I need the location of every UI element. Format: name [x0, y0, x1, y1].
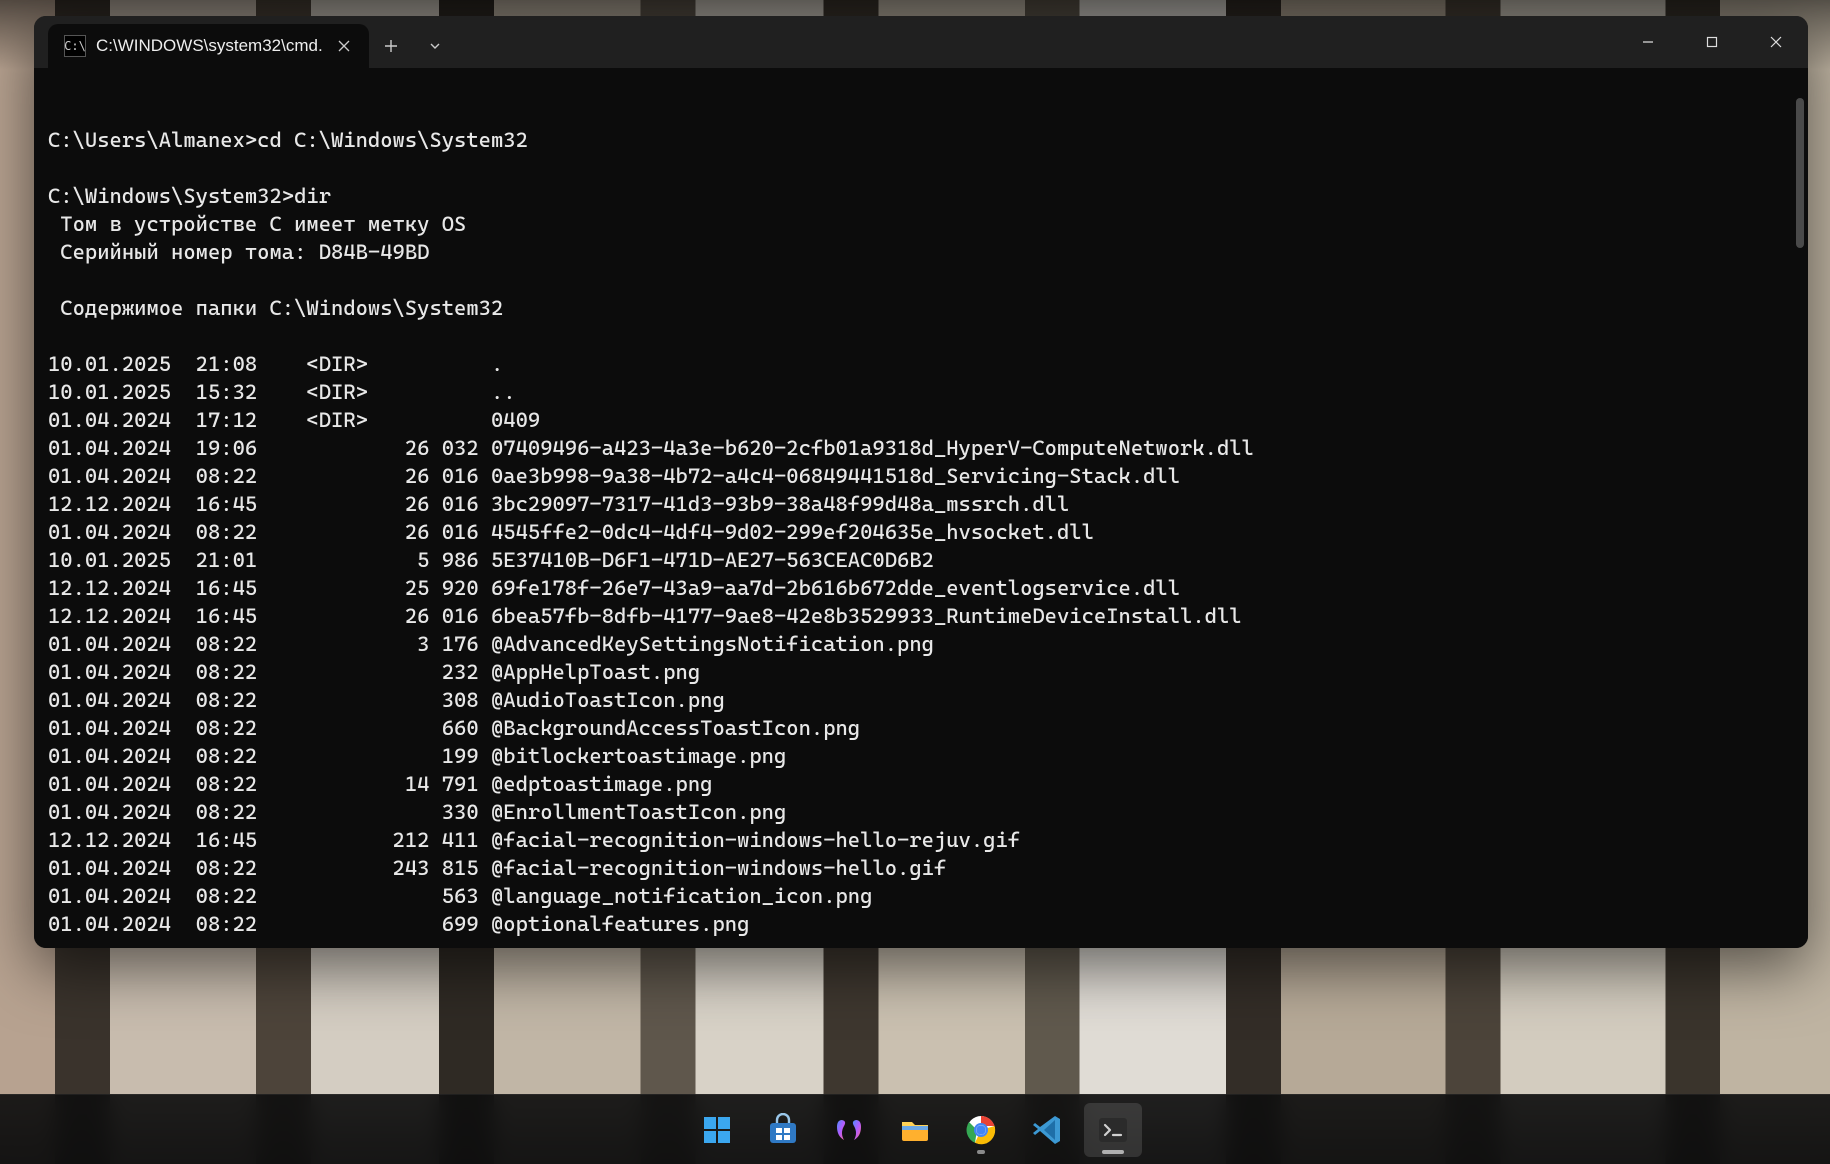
taskbar: [0, 1094, 1830, 1164]
store-icon: [766, 1113, 800, 1147]
cmd-icon: C:\: [64, 35, 86, 57]
taskbar-vscode[interactable]: [1018, 1103, 1076, 1157]
running-indicator: [1102, 1150, 1124, 1154]
tab-dropdown-button[interactable]: [413, 24, 457, 68]
file-explorer-icon: [898, 1113, 932, 1147]
titlebar-drag-region[interactable]: [457, 16, 1616, 68]
close-icon: [1770, 36, 1782, 48]
chrome-icon: [964, 1113, 998, 1147]
close-icon: [338, 40, 350, 52]
running-indicator: [977, 1150, 985, 1154]
terminal-output[interactable]: C:\Users\Almanex>cd C:\Windows\System32 …: [34, 68, 1808, 948]
minimize-icon: [1642, 36, 1654, 48]
window-titlebar[interactable]: C:\ C:\WINDOWS\system32\cmd.: [34, 16, 1808, 68]
taskbar-copilot[interactable]: [820, 1103, 878, 1157]
tab-title: C:\WINDOWS\system32\cmd.: [96, 36, 323, 56]
taskbar-start[interactable]: [688, 1103, 746, 1157]
terminal-icon: [1096, 1113, 1130, 1147]
taskbar-store[interactable]: [754, 1103, 812, 1157]
tab-close-button[interactable]: [333, 35, 355, 57]
maximize-button[interactable]: [1680, 16, 1744, 68]
terminal-window: C:\ C:\WINDOWS\system32\cmd. C:\Users\Al…: [34, 16, 1808, 948]
tab-active[interactable]: C:\ C:\WINDOWS\system32\cmd.: [48, 24, 369, 68]
plus-icon: [384, 39, 398, 53]
taskbar-terminal[interactable]: [1084, 1103, 1142, 1157]
taskbar-chrome[interactable]: [952, 1103, 1010, 1157]
maximize-icon: [1706, 36, 1718, 48]
copilot-icon: [832, 1113, 866, 1147]
terminal-text: C:\Users\Almanex>cd C:\Windows\System32 …: [48, 128, 1254, 936]
minimize-button[interactable]: [1616, 16, 1680, 68]
new-tab-button[interactable]: [369, 24, 413, 68]
scrollbar-thumb[interactable]: [1796, 98, 1804, 248]
window-controls: [1616, 16, 1808, 68]
vscode-icon: [1030, 1113, 1064, 1147]
chevron-down-icon: [429, 40, 441, 52]
windows-start-icon: [700, 1113, 734, 1147]
taskbar-explorer[interactable]: [886, 1103, 944, 1157]
window-close-button[interactable]: [1744, 16, 1808, 68]
